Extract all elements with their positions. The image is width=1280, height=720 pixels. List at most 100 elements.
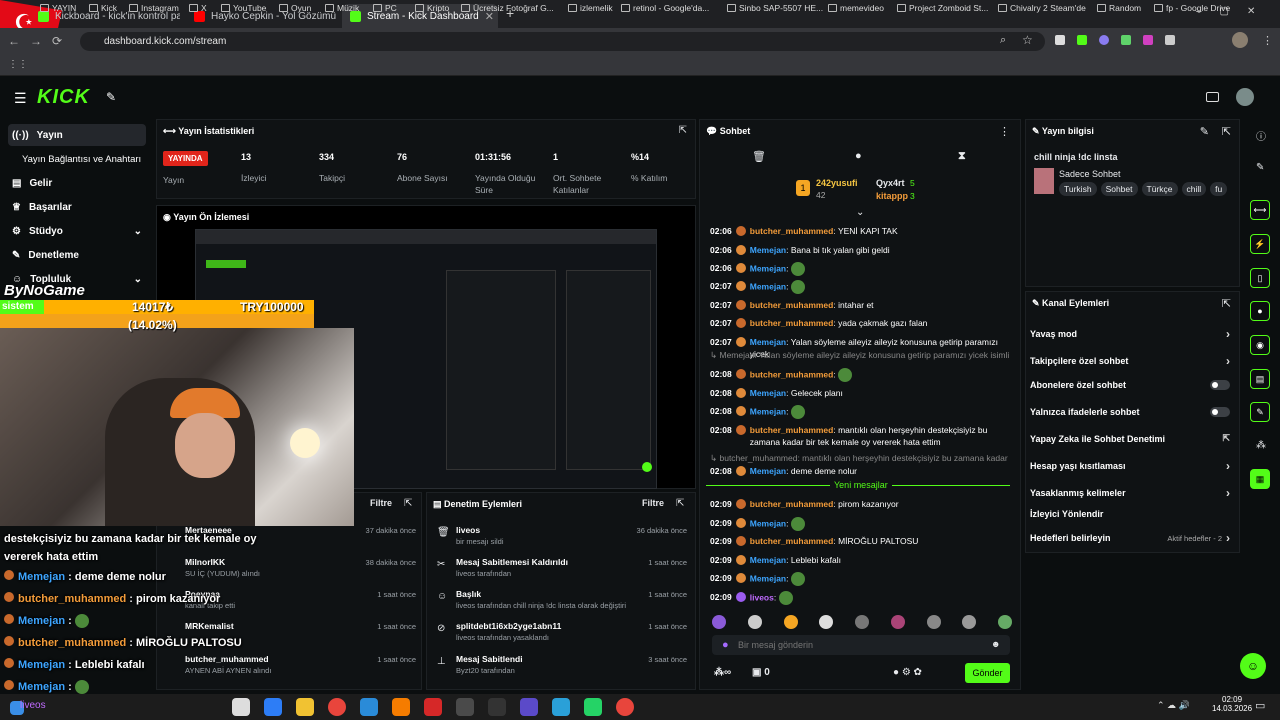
follower-row[interactable]: butcher_muhammed AYNEN ABİ AYNEN alındı 1 … bbox=[185, 654, 416, 676]
send-button[interactable]: Gönder bbox=[965, 663, 1010, 683]
bookmark-item[interactable]: izlemelik bbox=[568, 3, 613, 13]
channel-action-item[interactable]: Abonelere özel sohbet bbox=[1030, 380, 1230, 390]
chat-bubble-icon[interactable]: ● bbox=[855, 150, 862, 162]
nav-item-studyo[interactable]: ⚙ Stüdyo ⌄ bbox=[8, 220, 146, 242]
emote-icon[interactable] bbox=[712, 615, 726, 629]
bookmark-item[interactable]: YAYIN bbox=[40, 3, 76, 13]
file-explorer-icon[interactable] bbox=[296, 698, 314, 716]
mail-icon[interactable] bbox=[360, 698, 378, 716]
bookmark-item[interactable]: fp - Google Drive bbox=[1154, 3, 1230, 13]
followers-filter-button[interactable]: Filtre bbox=[370, 498, 392, 508]
heart-emote-icon[interactable] bbox=[783, 615, 798, 629]
emote-icon[interactable] bbox=[926, 615, 941, 629]
chat-settings-icons[interactable]: ● ⚙ ✿ bbox=[893, 667, 922, 678]
bookmark-item[interactable]: memevideo bbox=[828, 3, 884, 13]
top-chatter-2-name[interactable]: Qyx4rt bbox=[876, 178, 905, 188]
nav-item-yayin[interactable]: ((·)) Yayın bbox=[8, 124, 146, 146]
nav-item-gelir[interactable]: ▤ Gelir bbox=[8, 172, 146, 194]
bookmark-item[interactable]: Random bbox=[1097, 3, 1141, 13]
modlog-row[interactable]: Başlık liveos tarafından chill ninja !dc … bbox=[456, 589, 687, 611]
chat-menu-icon[interactable]: ⋮ bbox=[999, 125, 1010, 138]
expand-icon[interactable]: ⌄ bbox=[856, 207, 864, 218]
chat-message-input[interactable] bbox=[738, 638, 978, 652]
chat-message[interactable]: 02:09 Memejan: bbox=[710, 517, 1010, 531]
bookmark-item[interactable]: Instagram bbox=[129, 3, 179, 13]
obs-icon[interactable] bbox=[456, 698, 474, 716]
bookmark-item[interactable]: Project Zomboid St... bbox=[897, 3, 988, 13]
tag-chip[interactable]: chill bbox=[1181, 182, 1207, 196]
chat-message[interactable]: 02:07 Memejan: bbox=[710, 280, 1010, 294]
chat-message[interactable]: 02:08 Memejan: bbox=[710, 405, 1010, 419]
emote-icon[interactable] bbox=[998, 615, 1012, 629]
screen-icon[interactable] bbox=[1206, 92, 1219, 102]
follower-row[interactable]: MRKemalist 1 saat önce bbox=[185, 621, 416, 632]
chat-message[interactable]: 02:09 liveos: bbox=[710, 591, 1010, 605]
bookmark-item[interactable]: Müzik bbox=[325, 3, 359, 13]
sidebar-icon-chat[interactable]: ● bbox=[1250, 301, 1270, 321]
emote-icon[interactable] bbox=[819, 615, 834, 629]
channel-action-item[interactable]: İzleyici Yönlendir bbox=[1030, 509, 1230, 519]
modlog-filter-button[interactable]: Filtre bbox=[642, 498, 664, 508]
toggle-switch[interactable] bbox=[1210, 380, 1230, 390]
chat-message[interactable]: 02:08 Memejan: Gelecek planı bbox=[710, 387, 1010, 399]
top-chatter-3-name[interactable]: kitappp bbox=[876, 191, 908, 201]
chat-username[interactable]: liveos bbox=[750, 592, 774, 602]
menu-icon[interactable]: ⋮ bbox=[1262, 34, 1273, 47]
sidebar-icon-wrench[interactable]: ✎ bbox=[1250, 402, 1270, 422]
bookmark-item[interactable]: Ücretsiz Fotoğraf G... bbox=[461, 3, 554, 13]
extension-icon[interactable] bbox=[1143, 35, 1153, 45]
chat-message[interactable]: 02:06 Memejan: Bana bi tık yalan gibi gel… bbox=[710, 244, 1010, 256]
chat-username[interactable]: Memejan bbox=[750, 518, 786, 528]
chat-message[interactable]: 02:07 butcher_muhammed: intahar et bbox=[710, 299, 1010, 311]
popout-icon[interactable]: ⇱ bbox=[1222, 297, 1231, 310]
emote-icon[interactable] bbox=[855, 615, 869, 629]
sidebar-icon-community[interactable]: ⁂ bbox=[1256, 440, 1266, 451]
bookmark-item[interactable]: retinol - Google'da... bbox=[621, 3, 709, 13]
extension-icon[interactable] bbox=[1055, 35, 1065, 45]
steam-icon[interactable] bbox=[488, 698, 506, 716]
hamburger-menu-icon[interactable]: ☰ bbox=[14, 90, 27, 107]
bookmark-item[interactable]: X bbox=[189, 3, 207, 13]
chat-username[interactable]: butcher_muhammed bbox=[750, 226, 834, 236]
bookmark-item[interactable]: Chivalry 2 Steam'de bbox=[998, 3, 1086, 13]
chat-reply-preview[interactable]: ↳ butcher_muhammed: mantıklı olan herşey… bbox=[710, 452, 1010, 464]
chat-username[interactable]: Memejan bbox=[750, 263, 786, 273]
emote-icon[interactable] bbox=[747, 615, 762, 629]
popout-icon[interactable]: ⇱ bbox=[1222, 125, 1231, 138]
bookmark-item[interactable]: PC bbox=[373, 3, 397, 13]
bookmark-item[interactable]: Kick bbox=[89, 3, 117, 13]
chat-username[interactable]: butcher_muhammed bbox=[750, 499, 834, 509]
tag-chip[interactable]: Sohbet bbox=[1100, 182, 1138, 196]
popout-icon[interactable]: ⇱ bbox=[676, 498, 684, 509]
chat-username[interactable]: Memejan bbox=[750, 573, 786, 583]
popout-icon[interactable]: ⇱ bbox=[679, 125, 687, 136]
bookmark-star-icon[interactable]: ☆ bbox=[1022, 33, 1033, 47]
chat-message[interactable]: 02:09 butcher_muhammed: pirom kazanıyor bbox=[710, 498, 1010, 510]
whatsapp-icon[interactable] bbox=[584, 698, 602, 716]
tag-chip[interactable]: fu bbox=[1210, 182, 1228, 196]
bookmark-item[interactable]: Sinbo SAP-5507 HE... bbox=[727, 3, 823, 13]
chat-message[interactable]: 02:07 butcher_muhammed: yada çakmak gazı … bbox=[710, 317, 1010, 329]
popout-icon[interactable]: ⇱ bbox=[404, 498, 412, 509]
extension-icon[interactable] bbox=[1121, 35, 1131, 45]
chat-username[interactable]: Memejan bbox=[750, 406, 786, 416]
modlog-row[interactable]: Mesaj Sabitlendi Byzt20 tarafından 3 saat … bbox=[456, 654, 687, 676]
edit-icon[interactable]: ✎ bbox=[1200, 125, 1209, 138]
chrome-icon[interactable] bbox=[616, 698, 634, 716]
extension-icon[interactable] bbox=[1099, 35, 1109, 45]
sidebar-icon-list[interactable]: ▤ bbox=[1250, 369, 1270, 389]
info-icon[interactable]: ⓘ bbox=[1256, 128, 1266, 143]
chat-message[interactable]: 02:09 Memejan: bbox=[710, 572, 1010, 586]
extension-icon[interactable] bbox=[1077, 35, 1087, 45]
url-input[interactable]: dashboard.kick.com/stream bbox=[80, 32, 1045, 51]
system-tray-icons[interactable]: ⌃ ☁ 🔊 bbox=[1157, 700, 1190, 711]
chat-message[interactable]: 02:09 butcher_muhammed: MİROĞLU PALTOSU bbox=[710, 535, 1010, 547]
chat-username[interactable]: butcher_muhammed bbox=[750, 318, 834, 328]
chat-username[interactable]: butcher_muhammed bbox=[750, 300, 834, 310]
chat-reply-preview[interactable]: ↳ Memejan: Yalan söyleme aileyiz aileyiz… bbox=[710, 349, 1010, 361]
microphone-icon[interactable]: ● bbox=[722, 639, 729, 651]
sidebar-icon-broadcast[interactable]: ◉ bbox=[1250, 335, 1270, 355]
bookmark-item[interactable]: Oyun bbox=[279, 3, 311, 13]
emote-icon[interactable] bbox=[890, 615, 905, 629]
channel-action-item[interactable]: Yasaklanmış kelimeler › bbox=[1030, 486, 1230, 500]
